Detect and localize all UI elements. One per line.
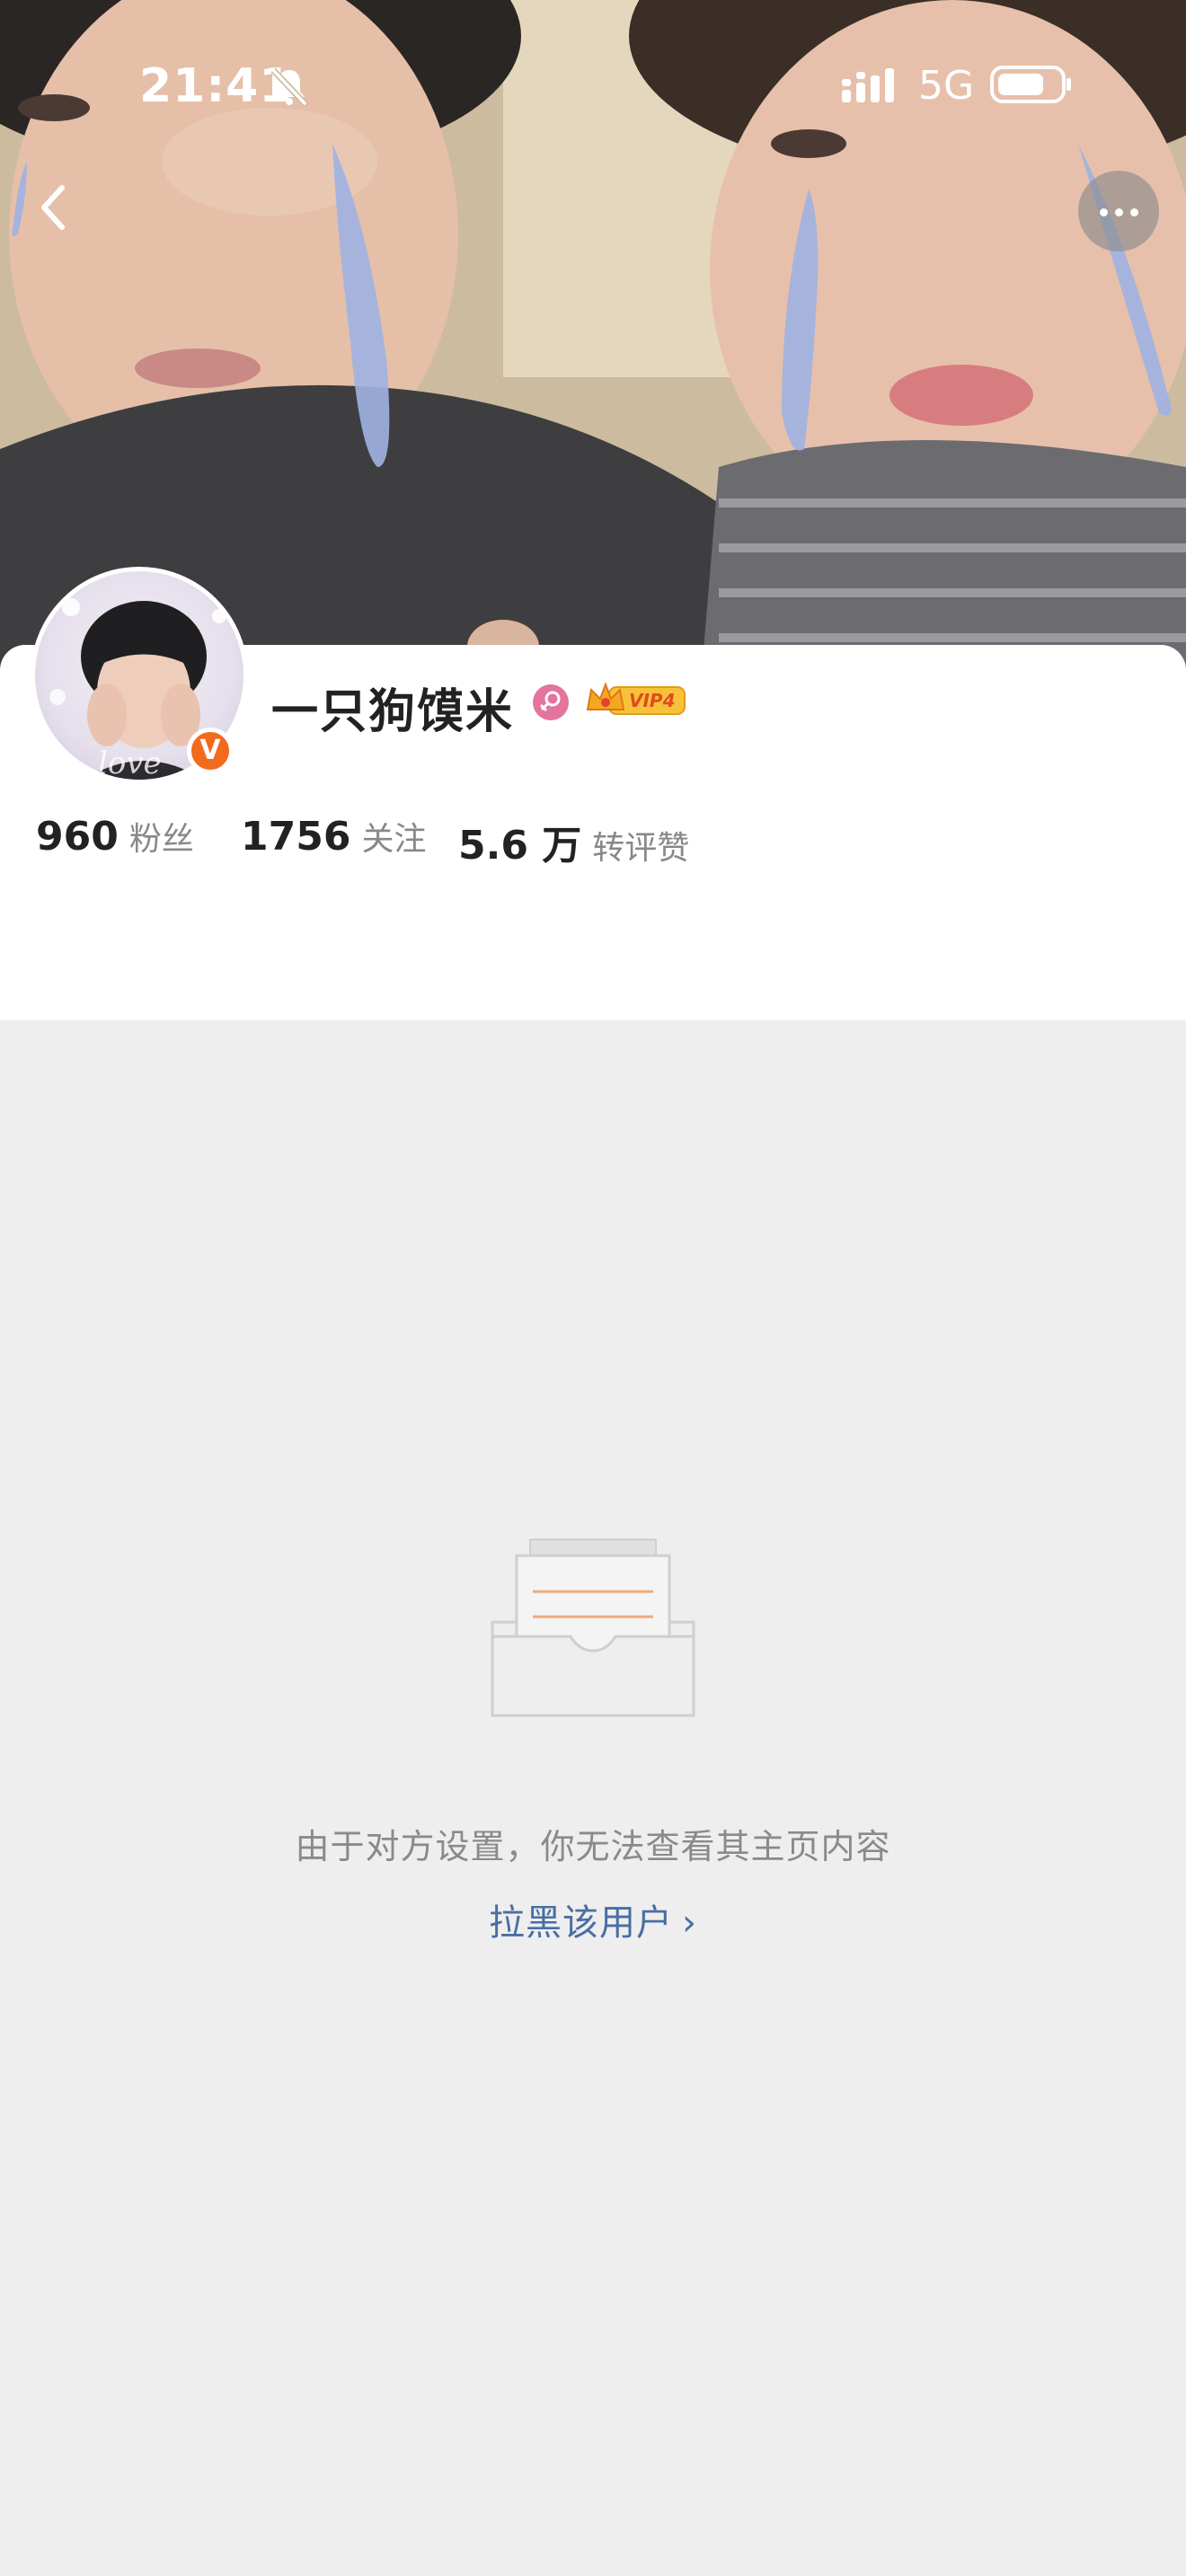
more-dots-icon — [1115, 208, 1123, 216]
bell-muted-icon — [270, 67, 308, 107]
empty-message: 由于对方设置，你无法查看其主页内容 — [295, 1827, 891, 1866]
battery-icon — [990, 66, 1071, 103]
profile-name: 一只狗馍米 — [271, 685, 515, 739]
stat-value: 5.6 万 — [458, 823, 582, 869]
chevron-left-icon — [41, 185, 65, 230]
back-button[interactable] — [22, 175, 85, 238]
stat-label: 粉丝 — [128, 821, 194, 858]
vip-badge[interactable]: VIP4 — [584, 679, 686, 720]
block-user-link[interactable]: 拉黑该用户 › — [0, 1893, 1186, 1945]
stat-following[interactable]: 1756 关注 — [241, 813, 426, 860]
status-bar: 21:41 5G — [0, 0, 1186, 171]
more-dots-icon — [1100, 208, 1108, 216]
block-user-label: 拉黑该用户 — [489, 1902, 673, 1944]
stat-value: 1756 — [241, 814, 351, 860]
stat-followers[interactable]: 960 粉丝 — [36, 813, 194, 860]
vip-label: VIP4 — [629, 690, 676, 711]
stat-label: 关注 — [361, 821, 427, 858]
female-icon — [533, 684, 569, 720]
svg-text:love: love — [98, 745, 162, 781]
stat-value: 960 — [36, 814, 119, 860]
stat-label: 转评赞 — [592, 830, 690, 867]
signal-icon — [842, 68, 894, 102]
network-label: 5G — [918, 63, 975, 109]
chevron-right-icon: › — [682, 1902, 697, 1944]
stat-interactions[interactable]: 5.6 万转评赞 — [458, 813, 689, 870]
more-button[interactable] — [1078, 171, 1159, 251]
more-dots-icon — [1130, 208, 1138, 216]
verified-badge: V — [187, 728, 234, 774]
crown-icon: VIP4 — [586, 682, 686, 715]
inbox-tray-icon — [491, 1539, 695, 1717]
